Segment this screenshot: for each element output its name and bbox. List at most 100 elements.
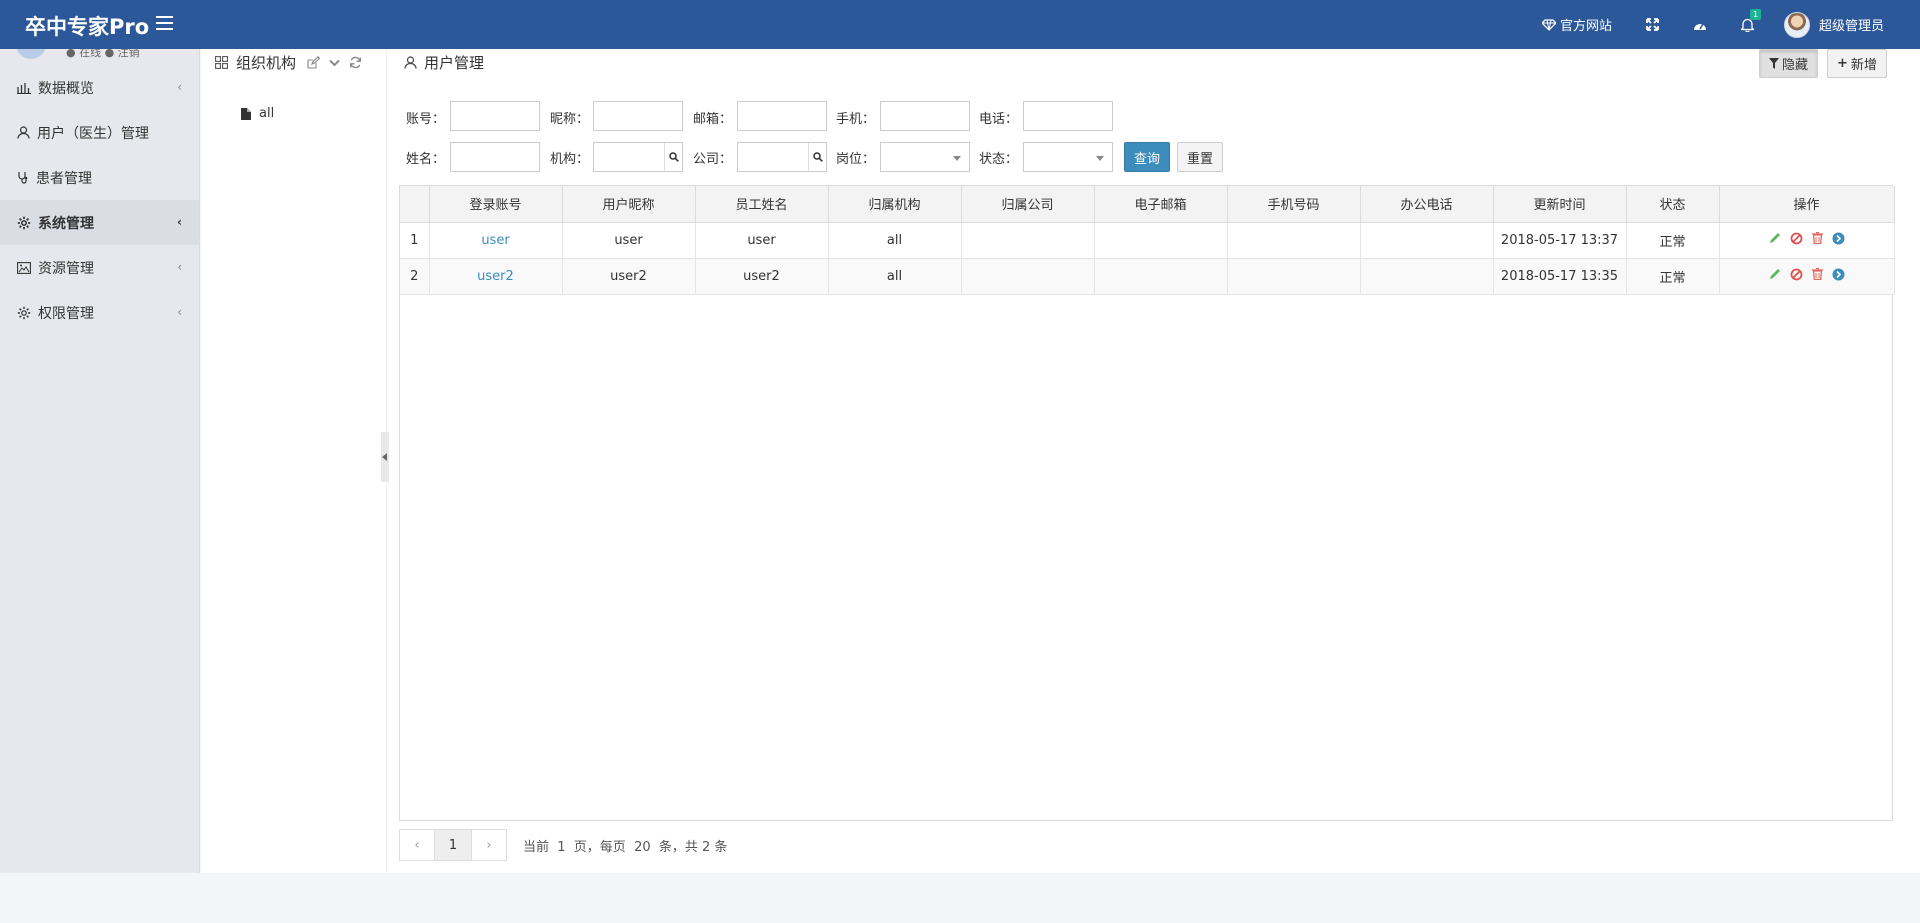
mobile-input[interactable] [880, 101, 970, 131]
org-select-input[interactable] [593, 142, 683, 172]
disable-icon[interactable] [1790, 232, 1803, 245]
cell-login: user [429, 222, 563, 259]
disable-icon[interactable] [1790, 268, 1803, 281]
column-header[interactable]: 更新时间 [1493, 186, 1627, 223]
official-site-label: 官方网站 [1559, 19, 1612, 34]
sidebar-item-users[interactable]: 用户（医生）管理 [0, 110, 199, 155]
official-site-link[interactable]: 官方网站 [1541, 15, 1612, 34]
login-link[interactable]: user [481, 233, 509, 248]
filter-label-post: 岗位： [836, 152, 876, 167]
post-select[interactable] [880, 142, 970, 172]
notifications-button[interactable]: 1 [1740, 8, 1762, 32]
chevron-left-icon: ‹ [177, 215, 182, 229]
row-number: 2 [400, 258, 430, 295]
sidebar-item-label: 患者管理 [36, 170, 92, 187]
tree-node-label: all [259, 106, 275, 121]
email-input[interactable] [737, 101, 827, 131]
reset-button[interactable]: 重置 [1177, 142, 1223, 172]
prev-page-button[interactable]: ‹ [399, 829, 435, 861]
sidebar-item-label: 资源管理 [38, 260, 94, 277]
sidebar-item-resources[interactable]: 资源管理 ‹ [0, 245, 199, 290]
column-header[interactable]: 归属机构 [828, 186, 962, 223]
column-header[interactable]: 归属公司 [961, 186, 1095, 223]
column-header[interactable]: 员工姓名 [695, 186, 829, 223]
chevron-left-icon: ‹ [177, 305, 182, 319]
chevron-left-icon: ‹ [177, 80, 182, 94]
tree-node-all[interactable]: all [241, 106, 274, 121]
next-page-button[interactable]: › [471, 829, 507, 861]
cell-email [1094, 258, 1228, 295]
refresh-icon[interactable] [349, 56, 362, 69]
filter-label-nickname: 昵称： [550, 112, 590, 127]
app-logo[interactable]: 卒中专家Pro [25, 11, 149, 41]
cell-mobile [1227, 222, 1361, 259]
column-header[interactable]: 手机号码 [1227, 186, 1361, 223]
cell-phone [1360, 222, 1494, 259]
fullscreen-button[interactable] [1646, 18, 1663, 31]
column-header: 操作 [1719, 186, 1895, 223]
cell-status: 正常 [1626, 258, 1720, 295]
sidebar-item-system[interactable]: 系统管理 ‹ [0, 200, 199, 245]
name-input[interactable] [450, 142, 540, 172]
chevron-down-icon[interactable] [328, 56, 341, 69]
edit-icon[interactable] [307, 56, 320, 69]
column-header[interactable]: 状态 [1626, 186, 1720, 223]
sidebar-item-patients[interactable]: 患者管理 [0, 155, 199, 200]
dashboard-button[interactable] [1693, 19, 1711, 31]
add-button[interactable]: + 新增 [1827, 49, 1887, 78]
menu-toggle-icon[interactable] [156, 16, 173, 31]
pagination: ‹ 1 › 当前 1 页，每页 20 条，共 2 条 [399, 829, 727, 861]
more-circle-icon[interactable] [1832, 268, 1845, 281]
cell-company [961, 258, 1095, 295]
filter-label-status: 状态： [979, 152, 1019, 167]
hide-filter-button[interactable]: 隐藏 [1759, 49, 1819, 78]
org-title-label: 组织机构 [236, 54, 297, 72]
cell-org: all [828, 258, 962, 295]
nickname-input[interactable] [593, 101, 683, 131]
panel-collapse-handle[interactable] [381, 432, 389, 482]
cell-phone [1360, 258, 1494, 295]
account-input[interactable] [450, 101, 540, 131]
filter-label-phone: 电话： [979, 112, 1019, 127]
search-icon[interactable] [664, 143, 682, 171]
table-row[interactable]: 1 user user user all 2018-05-17 13:37 正常 [400, 222, 1895, 259]
cell-updated: 2018-05-17 13:35 [1493, 258, 1627, 295]
cell-updated: 2018-05-17 13:37 [1493, 222, 1627, 259]
column-header[interactable]: 用户昵称 [562, 186, 696, 223]
phone-input[interactable] [1023, 101, 1113, 131]
sidebar-item-permissions[interactable]: 权限管理 ‹ [0, 290, 199, 335]
bell-icon [1740, 18, 1754, 32]
notification-badge: 1 [1749, 8, 1762, 20]
dashboard-icon [1693, 23, 1706, 30]
column-header[interactable]: 办公电话 [1360, 186, 1494, 223]
user-menu[interactable]: 超级管理员 [1783, 11, 1884, 38]
trash-icon[interactable] [1811, 268, 1823, 281]
sidebar-status: ● 在线 ● 注销 [66, 49, 140, 59]
cell-company [961, 222, 1095, 259]
stethoscope-icon [18, 172, 28, 184]
status-select[interactable] [1023, 142, 1113, 172]
sidebar-item-data-overview[interactable]: 数据概览 ‹ [0, 65, 199, 110]
query-button[interactable]: 查询 [1124, 142, 1170, 172]
user-icon [17, 126, 30, 139]
cell-mobile [1227, 258, 1361, 295]
pager-info: 当前 1 页，每页 20 条，共 2 条 [523, 839, 728, 855]
page-1-button[interactable]: 1 [435, 829, 471, 861]
column-header[interactable]: 登录账号 [429, 186, 563, 223]
login-link[interactable]: user2 [477, 269, 514, 284]
column-header[interactable]: 电子邮箱 [1094, 186, 1228, 223]
search-icon[interactable] [808, 143, 826, 171]
bar-chart-icon [17, 82, 31, 94]
cell-org: all [828, 222, 962, 259]
more-circle-icon[interactable] [1832, 232, 1845, 245]
trash-icon[interactable] [1811, 232, 1823, 245]
table-row[interactable]: 2 user2 user2 user2 all 2018-05-17 13:35… [400, 258, 1895, 295]
filter-label-account: 账号： [406, 112, 446, 127]
company-select-input[interactable] [737, 142, 827, 172]
edit-pencil-icon[interactable] [1769, 232, 1781, 244]
user-table: 登录账号 用户昵称 员工姓名 归属机构 归属公司 电子邮箱 手机号码 办公电话 … [399, 185, 1895, 821]
top-header: 卒中专家Pro 官方网站 1 超级管理员 [0, 0, 1920, 49]
edit-pencil-icon[interactable] [1769, 268, 1781, 280]
org-panel [201, 49, 382, 873]
cell-staff-name: user2 [695, 258, 829, 295]
